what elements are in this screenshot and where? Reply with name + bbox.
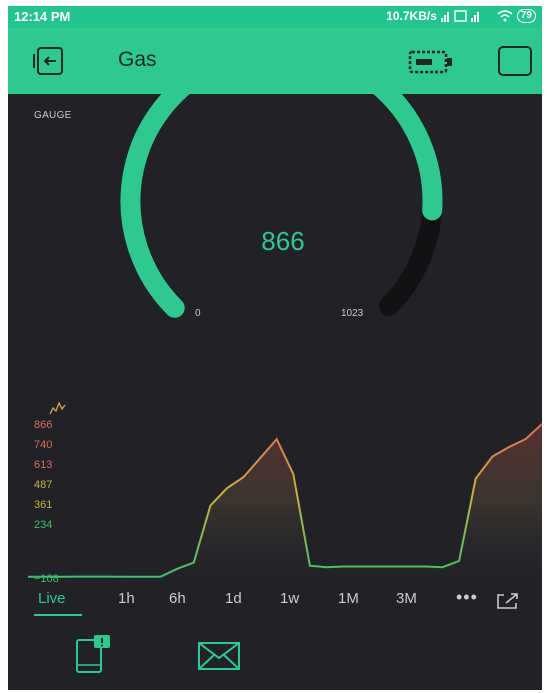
signal-icon bbox=[440, 10, 479, 22]
status-indicators: 10.7KB/s 79 bbox=[386, 9, 536, 23]
exit-icon[interactable] bbox=[32, 46, 68, 76]
chart-area bbox=[28, 424, 542, 578]
y-tick-label: −108 bbox=[34, 573, 59, 585]
gauge-fill bbox=[120, 94, 443, 318]
tab-1h[interactable]: 1h bbox=[118, 590, 135, 607]
gauge bbox=[120, 94, 443, 318]
active-tab-indicator bbox=[34, 614, 82, 616]
email-icon[interactable] bbox=[198, 642, 240, 670]
device-battery-icon[interactable] bbox=[408, 50, 454, 74]
gauge-value: 866 bbox=[261, 226, 305, 256]
time-range-tabs: Live 1h 6h 1d 1w 1M 3M ••• bbox=[8, 587, 542, 616]
y-tick-label: 487 bbox=[34, 479, 52, 491]
net-speed: 10.7KB/s bbox=[386, 9, 437, 23]
gauge-track bbox=[120, 94, 443, 316]
tab-live[interactable]: Live bbox=[38, 590, 66, 607]
history-chart: 866 740 613 487 361 234 −108 bbox=[28, 401, 542, 585]
wifi-icon bbox=[497, 10, 513, 22]
more-icon[interactable]: ••• bbox=[456, 587, 478, 608]
status-time: 12:14 PM bbox=[14, 9, 71, 24]
export-icon[interactable] bbox=[496, 592, 520, 610]
y-tick-label: 361 bbox=[34, 499, 52, 511]
y-tick-label: 740 bbox=[34, 439, 52, 451]
notification-device-icon[interactable] bbox=[74, 634, 114, 674]
tab-1d[interactable]: 1d bbox=[225, 590, 242, 607]
app-bar: Gas bbox=[8, 28, 542, 94]
status-bar: 12:14 PM 10.7KB/s 79 bbox=[8, 6, 542, 28]
tab-1m[interactable]: 1M bbox=[338, 590, 359, 607]
gauge-min: 0 bbox=[195, 308, 201, 319]
y-tick-label: 234 bbox=[34, 519, 52, 531]
gauge-max: 1023 bbox=[341, 308, 364, 319]
tab-3m[interactable]: 3M bbox=[396, 590, 417, 607]
chart-icon bbox=[49, 401, 66, 415]
tab-1w[interactable]: 1w bbox=[280, 590, 299, 607]
y-tick-label: 613 bbox=[34, 459, 52, 471]
square-icon[interactable] bbox=[498, 46, 532, 76]
y-tick-label: 866 bbox=[34, 419, 52, 431]
app-screen: 12:14 PM 10.7KB/s 79 Gas GAUGE 866 0 102… bbox=[8, 6, 542, 690]
battery-indicator: 79 bbox=[516, 9, 536, 23]
tab-6h[interactable]: 6h bbox=[169, 590, 186, 607]
page-title: Gas bbox=[118, 48, 157, 71]
